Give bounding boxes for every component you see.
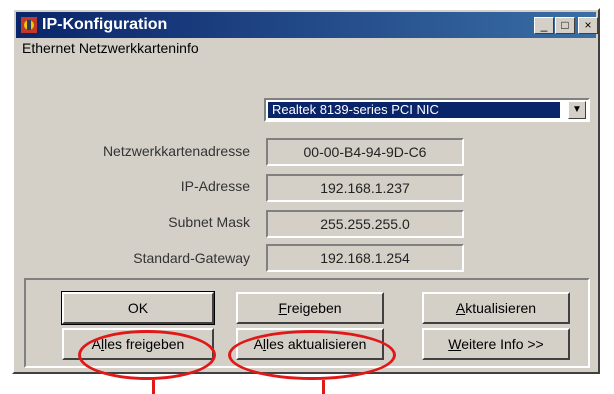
adapter-address-field: 00-00-B4-94-9D-C6 xyxy=(266,138,464,166)
chevron-down-icon[interactable]: ▼ xyxy=(568,101,586,119)
adapter-dropdown[interactable]: Realtek 8139-series PCI NIC ▼ xyxy=(264,98,590,122)
maximize-button[interactable]: □ xyxy=(555,17,575,34)
release-label-suffix: reigeben xyxy=(287,300,342,316)
renew-button[interactable]: Aktualisieren xyxy=(422,292,570,324)
highlight-ellipse-release-all xyxy=(78,330,216,380)
annotation-pointer-right xyxy=(322,380,325,394)
window-title: IP-Konfiguration xyxy=(42,16,168,33)
ok-button[interactable]: OK xyxy=(61,291,215,325)
ip-config-window: IP-Konfiguration _ □ × Ethernet Netzwerk… xyxy=(12,8,600,374)
renew-label-suffix: ktualisieren xyxy=(465,300,537,316)
gateway-label: Standard-Gateway xyxy=(133,250,250,266)
close-button[interactable]: × xyxy=(578,17,598,34)
subnet-mask-label: Subnet Mask xyxy=(168,214,250,230)
more-info-label-mnemonic: W xyxy=(448,336,462,352)
subnet-mask-field: 255.255.255.0 xyxy=(266,210,464,238)
minimize-button[interactable]: _ xyxy=(534,17,554,34)
renew-label-mnemonic: A xyxy=(455,300,466,316)
group-label-adapter-info: Ethernet Netzwerkkarteninfo xyxy=(20,40,201,56)
title-bar[interactable]: IP-Konfiguration _ □ × xyxy=(16,12,598,38)
more-info-button[interactable]: Weitere Info >> xyxy=(422,328,570,360)
network-app-icon xyxy=(21,17,37,33)
ip-address-field: 192.168.1.237 xyxy=(266,174,464,202)
highlight-ellipse-renew-all xyxy=(228,330,396,380)
release-label-mnemonic: F xyxy=(278,300,288,316)
release-button[interactable]: Freigeben xyxy=(236,292,384,324)
adapter-address-label: Netzwerkkartenadresse xyxy=(102,143,250,159)
gateway-field: 192.168.1.254 xyxy=(266,244,464,272)
more-info-label-suffix: eitere Info >> xyxy=(461,336,544,352)
adapter-selected-value: Realtek 8139-series PCI NIC xyxy=(268,102,560,118)
ip-address-label: IP-Adresse xyxy=(180,178,250,194)
annotation-pointer-left xyxy=(152,380,155,394)
